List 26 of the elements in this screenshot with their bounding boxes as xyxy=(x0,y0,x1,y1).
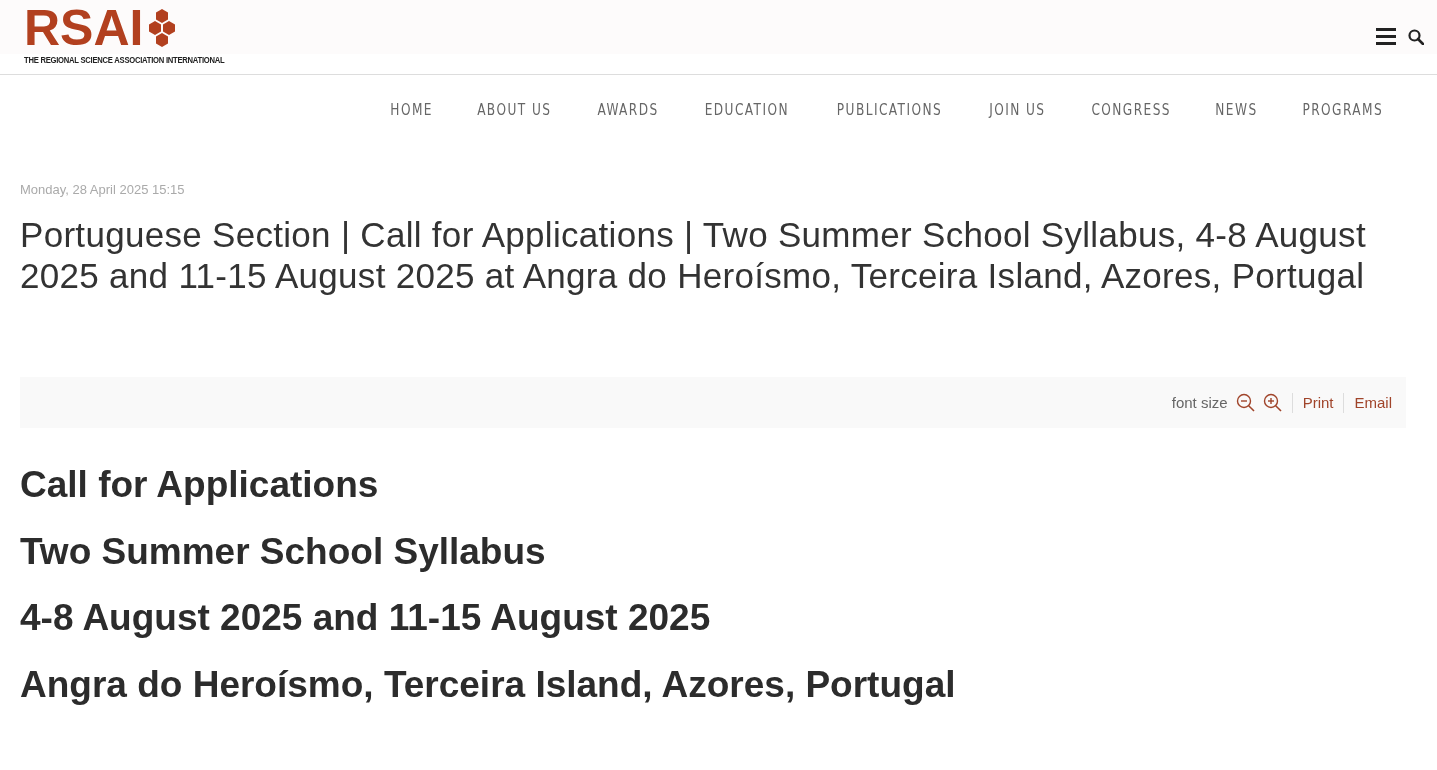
search-icon[interactable] xyxy=(1408,28,1424,45)
logo-tagline: THE REGIONAL SCIENCE ASSOCIATION INTERNATIONAL xyxy=(24,55,225,65)
toolbar-link[interactable]: Email xyxy=(1354,394,1392,411)
nav-link[interactable]: HOME xyxy=(390,101,433,141)
nav-link[interactable]: JOIN US xyxy=(989,101,1046,141)
nav-link[interactable]: ABOUT US xyxy=(477,101,552,141)
nav-link[interactable]: EDUCATION xyxy=(704,101,789,141)
nav-link[interactable]: NEWS xyxy=(1215,101,1259,141)
font-size-label: font size xyxy=(1171,394,1228,411)
zoom-in-icon[interactable] xyxy=(1262,393,1282,412)
rsai-logo[interactable]: RSAI THE REGIONAL SCIENCE ASSOCIATION INTERNATIONAL xyxy=(24,0,260,65)
nav-link[interactable]: PUBLICATIONS xyxy=(837,101,943,141)
hexagon-cluster-icon xyxy=(147,8,178,48)
nav-link[interactable]: AWARDS xyxy=(597,101,659,141)
article-title: Portuguese Section | Call for Applications | Two Summer School Syllabus, 4-8 August 2025 and 11-15 August 2025 at Angra do Heroísmo, Terceira Island, Azores, Portugal xyxy=(20,214,1367,296)
menu-icon[interactable] xyxy=(1376,28,1396,45)
zoom-out-icon[interactable] xyxy=(1235,393,1255,412)
nav-link[interactable]: PROGRAMS xyxy=(1302,101,1384,141)
article-date: Monday, 28 April 2025 15:15 xyxy=(20,182,186,197)
section-heading: Two Summer School Syllabus xyxy=(20,529,547,574)
section-heading: Call for Applications xyxy=(20,463,380,507)
toolbar-link[interactable]: Print xyxy=(1302,394,1334,411)
nav-link[interactable]: CONGRESS xyxy=(1091,101,1172,141)
section-heading: Angra do Heroísmo, Terceira Island, Azores, Portugal xyxy=(20,662,957,707)
logo-mark: RSAI xyxy=(24,7,144,49)
section-heading: 4-8 August 2025 and 11-15 August 2025 xyxy=(20,596,712,640)
